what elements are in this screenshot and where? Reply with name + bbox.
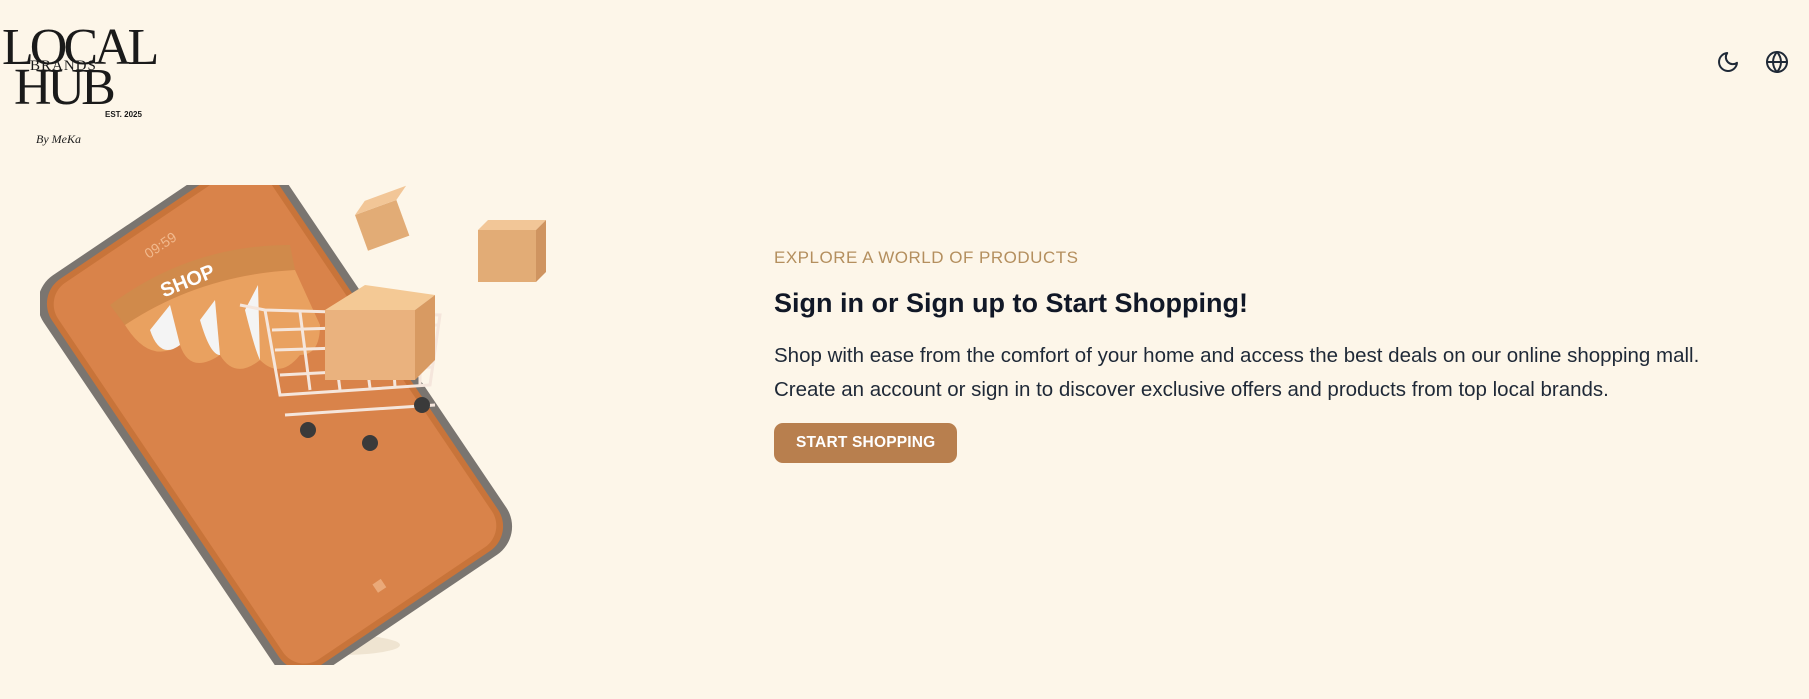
- logo-established: EST. 2025: [105, 110, 142, 119]
- cart-wheel: [300, 422, 316, 438]
- start-shopping-button[interactable]: START SHOPPING: [774, 423, 958, 463]
- brand-logo[interactable]: LOCAL BRANDS HUB EST. 2025 By MeKa: [2, 22, 159, 156]
- hero-eyebrow: EXPLORE A WORLD OF PRODUCTS: [774, 248, 1079, 267]
- hero-description: Shop with ease from the comfort of your …: [774, 339, 1774, 407]
- hero-description-line-1: Shop with ease from the comfort of your …: [774, 344, 1700, 367]
- cart-wheel: [414, 397, 430, 413]
- hero-content: EXPLORE A WORLD OF PRODUCTS Sign in or S…: [774, 248, 1774, 463]
- box-small-illustration: [355, 185, 410, 251]
- theme-toggle-button[interactable]: [1714, 48, 1742, 76]
- moon-icon: [1718, 52, 1738, 72]
- hero-description-line-2: Create an account or sign in to discover…: [774, 378, 1609, 401]
- globe-icon: [1766, 51, 1788, 73]
- hero-headline: Sign in or Sign up to Start Shopping!: [774, 288, 1248, 318]
- logo-word-hub: HUB: [14, 59, 116, 116]
- cart-wheel: [362, 435, 378, 451]
- logo-byline: By MeKa: [36, 132, 81, 146]
- landing-page: LOCAL BRANDS HUB EST. 2025 By MeKa 09:59: [0, 0, 1809, 699]
- box-large-illustration: [478, 220, 546, 282]
- hero-illustration: 09:59 SHOP: [40, 185, 546, 665]
- language-button[interactable]: [1763, 48, 1791, 76]
